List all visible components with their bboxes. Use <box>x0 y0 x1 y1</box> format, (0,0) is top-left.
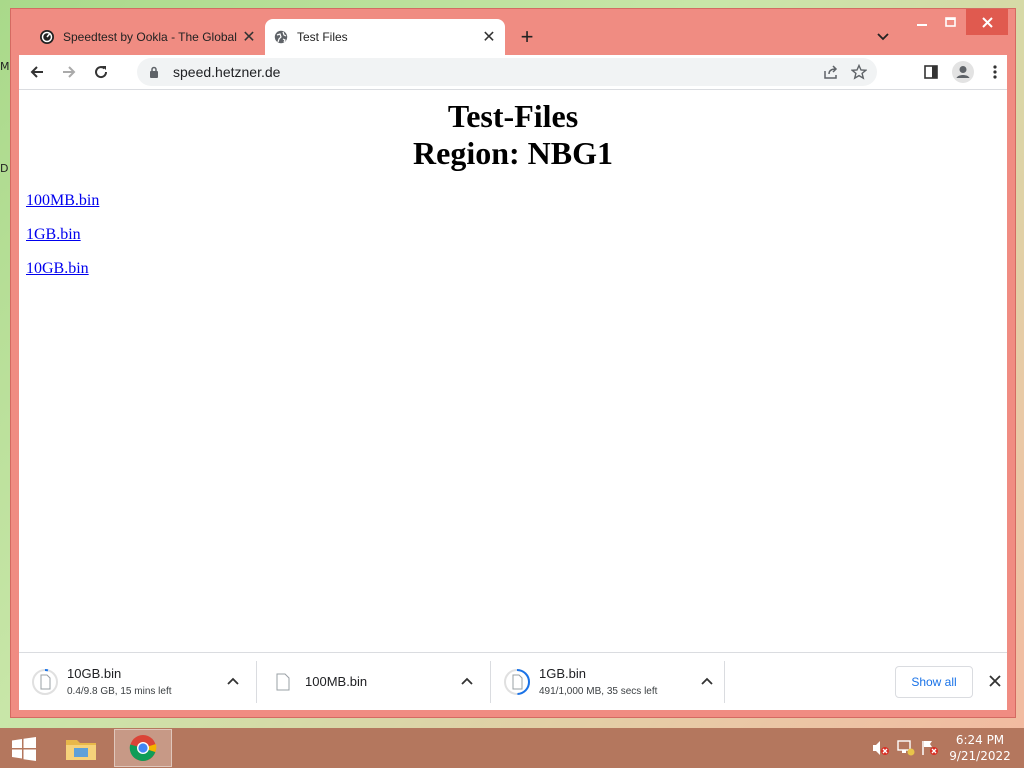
tab-title: Test Files <box>297 30 348 44</box>
share-icon[interactable] <box>817 58 845 86</box>
file-link-list: 100MB.bin 1GB.bin 10GB.bin <box>19 192 1007 278</box>
network-icon[interactable] <box>897 738 915 758</box>
file-link-100mb[interactable]: 100MB.bin <box>26 192 1007 210</box>
file-link-10gb[interactable]: 10GB.bin <box>26 260 1007 278</box>
download-item-1gb[interactable]: 1GB.bin 491/1,000 MB, 35 secs left <box>491 653 723 710</box>
download-status: 0.4/9.8 GB, 15 mins left <box>67 686 172 697</box>
download-filename: 100MB.bin <box>305 674 368 689</box>
chrome-icon[interactable] <box>114 729 172 767</box>
forward-arrow-icon[interactable] <box>53 56 85 88</box>
tab-test-files[interactable]: Test Files ✕ <box>265 19 505 55</box>
download-divider <box>724 661 725 703</box>
desktop-icon-label: D <box>0 162 9 175</box>
file-icon <box>269 668 297 696</box>
chevron-up-icon[interactable] <box>457 671 477 691</box>
download-progress-ring <box>31 668 59 696</box>
bookmark-star-icon[interactable] <box>845 58 873 86</box>
show-all-button[interactable]: Show all <box>895 666 973 698</box>
clock-date: 9/21/2022 <box>949 749 1011 763</box>
chevron-up-icon[interactable] <box>697 671 717 691</box>
system-clock[interactable]: 6:24 PM 9/21/2022 <box>944 732 1016 764</box>
page-title: Test-Files <box>447 98 579 134</box>
url-text[interactable]: speed.hetzner.de <box>173 64 817 80</box>
chevron-up-icon[interactable] <box>223 671 243 691</box>
close-shelf-icon[interactable] <box>984 670 1006 692</box>
page-subtitle: Region: NBG1 <box>413 135 613 171</box>
new-tab-button[interactable]: + <box>513 23 541 51</box>
action-center-flag-icon[interactable] <box>921 738 939 758</box>
tab-title: Speedtest by Ookla - The Global <box>63 30 237 44</box>
clock-time: 6:24 PM <box>955 733 1005 747</box>
reload-icon[interactable] <box>85 56 117 88</box>
file-explorer-icon[interactable] <box>52 729 110 767</box>
browser-toolbar: speed.hetzner.de <box>19 55 1007 89</box>
tab-speedtest[interactable]: Speedtest by Ookla - The Global ✕ <box>31 19 265 55</box>
maximize-button[interactable] <box>936 9 964 35</box>
windows-start-icon[interactable] <box>8 736 40 762</box>
close-tab-icon[interactable]: ✕ <box>239 27 259 47</box>
globe-icon <box>273 29 289 45</box>
tab-search-chevron-icon[interactable] <box>871 25 895 49</box>
address-bar[interactable]: speed.hetzner.de <box>137 58 877 86</box>
browser-window: Speedtest by Ookla - The Global ✕ Test F… <box>11 9 1015 717</box>
download-filename: 10GB.bin <box>67 666 122 681</box>
download-filename: 1GB.bin <box>539 666 586 681</box>
file-link-1gb[interactable]: 1GB.bin <box>26 226 1007 244</box>
download-shelf: 10GB.bin 0.4/9.8 GB, 15 mins left 100MB.… <box>19 652 1007 710</box>
tab-strip: Speedtest by Ookla - The Global ✕ Test F… <box>11 9 1015 55</box>
speedtest-icon <box>39 29 55 45</box>
desktop-icon-label: M <box>0 60 10 73</box>
download-progress-ring <box>503 668 531 696</box>
volume-muted-icon[interactable] <box>872 738 890 758</box>
close-tab-icon[interactable]: ✕ <box>479 27 499 47</box>
minimize-button[interactable] <box>908 9 936 35</box>
download-item-100mb[interactable]: 100MB.bin <box>257 653 489 710</box>
taskbar: 6:24 PM 9/21/2022 <box>0 728 1024 768</box>
back-arrow-icon[interactable] <box>21 56 53 88</box>
close-window-button[interactable] <box>966 9 1008 35</box>
side-panel-icon[interactable] <box>915 56 947 88</box>
download-item-10gb[interactable]: 10GB.bin 0.4/9.8 GB, 15 mins left <box>19 653 255 710</box>
kebab-menu-icon[interactable] <box>979 56 1011 88</box>
lock-icon[interactable] <box>149 66 165 78</box>
profile-avatar-icon[interactable] <box>947 56 979 88</box>
page-content: Test-Files Region: NBG1 100MB.bin 1GB.bi… <box>19 90 1007 652</box>
download-status: 491/1,000 MB, 35 secs left <box>539 686 658 697</box>
